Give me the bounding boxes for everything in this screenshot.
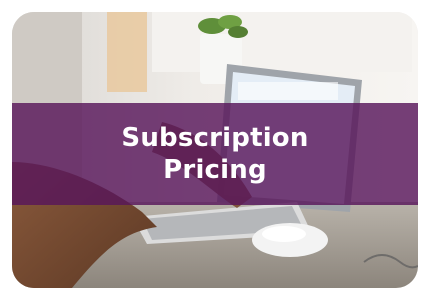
title-line-1: Subscription	[121, 123, 309, 153]
window-light	[107, 12, 147, 92]
title-banner: Subscription Pricing	[12, 103, 418, 205]
plant-leaf	[228, 26, 248, 38]
title-line-2: Pricing	[163, 155, 267, 185]
subscription-pricing-card[interactable]: Subscription Pricing	[12, 12, 418, 288]
screen-header	[238, 82, 338, 100]
mouse-highlight	[262, 226, 306, 242]
window-pane	[152, 12, 412, 72]
